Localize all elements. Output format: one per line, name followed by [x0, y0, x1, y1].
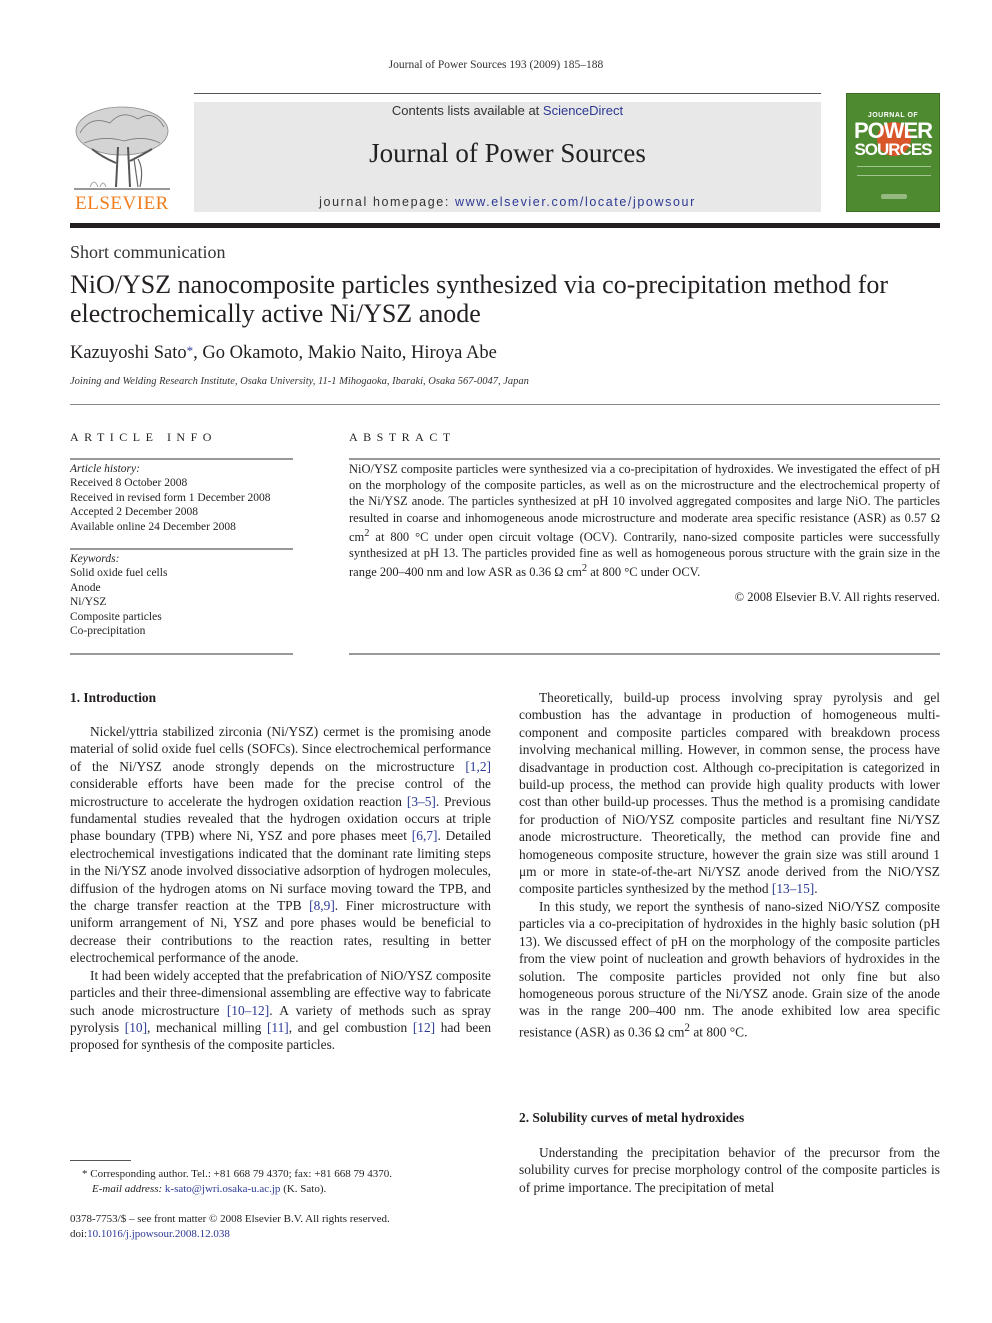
section-heading-solubility: 2. Solubility curves of metal hydroxides	[519, 1110, 745, 1125]
journal-homepage-line: journal homepage: www.elsevier.com/locat…	[194, 195, 821, 209]
doi-link[interactable]: 10.1016/j.jpowsour.2008.12.038	[87, 1228, 230, 1240]
author-name: Makio Naito	[307, 343, 402, 363]
contents-line: Contents lists available at ScienceDirec…	[194, 103, 821, 118]
author-separator: ,	[401, 343, 412, 363]
footnote-rule	[70, 1160, 131, 1161]
section-heading-introduction: 1. Introduction	[70, 690, 157, 705]
author-name: Kazuyoshi Sato	[70, 343, 187, 363]
article-title: NiO/YSZ nanocomposite particles synthesi…	[70, 270, 889, 328]
abstract-heading: ABSTRACT	[349, 430, 456, 444]
text: Theoretically, build-up process involvin…	[519, 690, 940, 897]
citation-link[interactable]: [3–5]	[407, 794, 436, 809]
paragraph: Understanding the precipitation behavior…	[519, 1145, 940, 1195]
text: , and gel combustion	[288, 1019, 413, 1035]
footnote-contact-text: Corresponding author. Tel.: +81 668 79 4…	[87, 1168, 392, 1180]
affiliation: Joining and Welding Research Institute, …	[70, 376, 529, 387]
cover-title-line-2: SOURCES	[854, 140, 932, 159]
abstract-text-part: at 800 °C under OCV.	[587, 565, 701, 580]
author-name: Hiroya Abe	[411, 343, 497, 363]
email-label: E-mail address:	[92, 1182, 165, 1195]
paragraph: In this study, we report the synthesis o…	[519, 898, 940, 1041]
text: Nickel/yttria stabilized zirconia (Ni/YS…	[70, 724, 491, 774]
citation-link[interactable]: [6,7]	[412, 828, 438, 843]
divider	[70, 548, 293, 550]
paragraph: Nickel/yttria stabilized zirconia (Ni/YS…	[70, 723, 491, 967]
issn-line: 0378-7753/$ – see front matter © 2008 El…	[70, 1213, 390, 1225]
keyword-item: Anode	[70, 581, 101, 594]
keyword-item: Composite particles	[70, 610, 162, 623]
body-column-left: Nickel/yttria stabilized zirconia (Ni/YS…	[70, 723, 491, 1054]
history-item: Received 8 October 2008	[70, 477, 188, 490]
citation-link[interactable]: [13–15]	[772, 881, 814, 896]
history-item: Available online 24 December 2008	[70, 520, 236, 533]
tree-icon	[74, 106, 170, 190]
journal-cover-thumbnail: JOURNAL OF POWER SOURCES	[846, 93, 940, 212]
citation-link[interactable]: [10–12]	[227, 1003, 269, 1018]
author-separator: ,	[298, 343, 308, 363]
citation-link[interactable]: [11]	[267, 1020, 289, 1035]
email-link[interactable]: k-sato@jwri.osaka-u.ac.jp	[165, 1183, 281, 1195]
doi-prefix: doi:	[70, 1227, 88, 1240]
article-info-heading: ARTICLE INFO	[70, 430, 217, 444]
divider	[70, 653, 293, 655]
body-column-right-section-2: Understanding the precipitation behavior…	[519, 1144, 940, 1196]
masthead-bottom-rule	[70, 223, 940, 228]
text: at 800 °C.	[689, 1024, 748, 1040]
article-type: Short communication	[70, 242, 226, 262]
cover-subtitle	[857, 166, 931, 176]
doi-line: doi:10.1016/j.jpowsour.2008.12.038	[70, 1227, 510, 1242]
author-separator: ,	[193, 343, 203, 363]
keyword-item: Solid oxide fuel cells	[70, 567, 168, 580]
divider	[349, 458, 940, 460]
text: In this study, we report the synthesis o…	[519, 898, 940, 1040]
keyword-item: Co-precipitation	[70, 625, 146, 638]
citation-link[interactable]: [8,9]	[309, 898, 335, 913]
keyword-item: Ni/YSZ	[70, 596, 107, 609]
homepage-prefix: journal homepage:	[319, 195, 455, 209]
author-name: Go Okamoto	[202, 343, 299, 363]
header-divider	[70, 404, 940, 405]
sciencedirect-link[interactable]: ScienceDirect	[543, 103, 623, 118]
journal-homepage-link[interactable]: www.elsevier.com/locate/jpowsour	[455, 195, 696, 209]
text: .	[814, 881, 818, 897]
running-head: Journal of Power Sources 193 (2009) 185–…	[388, 59, 604, 71]
cover-publisher-mark	[881, 194, 907, 199]
citation-link[interactable]: [1,2]	[465, 759, 491, 774]
paragraph: It had been widely accepted that the pre…	[70, 967, 491, 1054]
divider	[70, 458, 293, 460]
body-column-right: Theoretically, build-up process involvin…	[519, 689, 940, 1041]
citation-link[interactable]: [12]	[413, 1020, 435, 1035]
contents-prefix: Contents lists available at	[391, 103, 543, 118]
footnote: * Corresponding author. Tel.: +81 668 79…	[70, 1167, 500, 1196]
masthead-top-rule	[194, 93, 821, 94]
email-suffix: (K. Sato).	[280, 1182, 327, 1195]
front-matter: 0378-7753/$ – see front matter © 2008 El…	[70, 1212, 510, 1241]
footnote-contact: * Corresponding author. Tel.: +81 668 79…	[70, 1167, 500, 1182]
text: , mechanical milling	[147, 1019, 267, 1035]
divider	[349, 653, 940, 655]
paragraph: Theoretically, build-up process involvin…	[519, 689, 940, 898]
citation-link[interactable]: [10]	[125, 1020, 147, 1035]
author-list: Kazuyoshi Sato*, Go Okamoto, Makio Naito…	[70, 343, 497, 364]
article-history: Article history: Received 8 October 2008…	[70, 462, 300, 534]
keywords-label: Keywords:	[70, 553, 120, 565]
article-history-label: Article history:	[70, 463, 140, 475]
abstract-copyright: © 2008 Elsevier B.V. All rights reserved…	[734, 590, 940, 604]
elsevier-wordmark: ELSEVIER	[75, 193, 169, 214]
abstract-body: NiO/YSZ composite particles were synthes…	[349, 461, 940, 581]
history-item: Accepted 2 December 2008	[70, 506, 199, 519]
footnote-email: E-mail address: k-sato@jwri.osaka-u.ac.j…	[70, 1182, 500, 1197]
history-item: Received in revised form 1 December 2008	[70, 491, 271, 504]
journal-title: Journal of Power Sources	[369, 138, 646, 168]
keywords: Keywords: Solid oxide fuel cells Anode N…	[70, 552, 300, 638]
